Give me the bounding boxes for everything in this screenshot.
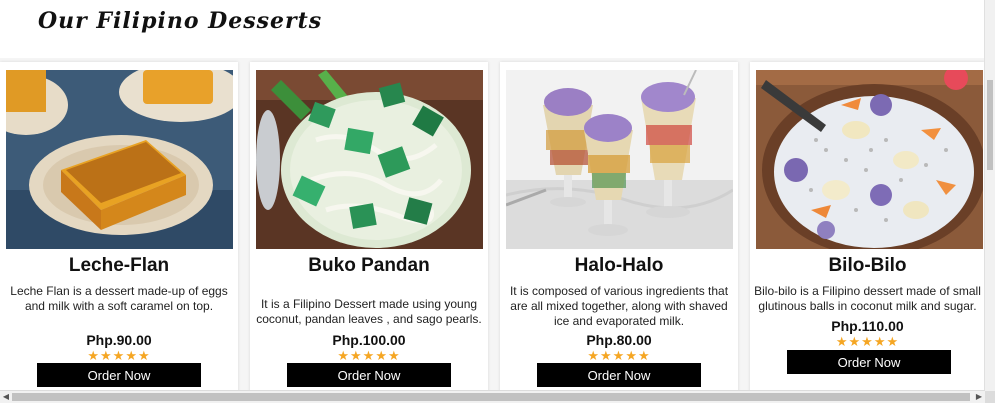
product-card-bilo-bilo: Bilo-Bilo Bilo-bilo is a Filipino desser…	[750, 62, 985, 391]
halo-halo-image	[506, 70, 733, 249]
product-description: Leche Flan is a dessert made-up of eggs …	[10, 284, 228, 313]
scroll-left-arrow-icon[interactable]: ◀	[0, 391, 12, 403]
product-description: Bilo-bilo is a Filipino dessert made of …	[754, 284, 981, 313]
page-title: Our Filipino Desserts	[38, 8, 323, 34]
scroll-right-arrow-icon[interactable]: ▶	[973, 391, 985, 403]
leche-flan-image	[6, 70, 233, 249]
order-now-button[interactable]: Order Now	[287, 363, 451, 387]
horizontal-scroll-thumb[interactable]	[12, 393, 970, 401]
product-price: Php.90.00	[86, 332, 152, 348]
product-description: It is a Filipino Dessert made using youn…	[256, 297, 482, 326]
vertical-scroll-thumb[interactable]	[987, 80, 993, 170]
bilo-bilo-image	[756, 70, 983, 249]
product-price: Php.110.00	[831, 318, 904, 334]
header: Our Filipino Desserts	[0, 0, 985, 58]
order-now-button[interactable]: Order Now	[537, 363, 701, 387]
rating-stars-icon: ★★★★★	[337, 348, 401, 363]
page: Our Filipino Desserts Leche-Flan Leche F…	[0, 0, 985, 391]
rating-stars-icon: ★★★★★	[835, 334, 900, 349]
product-card-halo-halo: Halo-Halo It is composed of various ingr…	[500, 62, 738, 391]
rating-stars-icon: ★★★★★	[587, 348, 651, 363]
order-now-button[interactable]: Order Now	[787, 350, 951, 374]
product-name: Halo-Halo	[574, 255, 664, 276]
scrollbar-corner	[985, 391, 995, 403]
product-name: Bilo-Bilo	[828, 255, 907, 276]
vertical-scrollbar[interactable]	[984, 0, 995, 391]
horizontal-scrollbar[interactable]: ◀ ▶	[0, 390, 985, 403]
product-card-leche-flan: Leche-Flan Leche Flan is a dessert made-…	[0, 62, 238, 391]
product-price: Php.100.00	[332, 332, 406, 348]
product-price: Php.80.00	[586, 332, 652, 348]
product-name: Leche-Flan	[68, 255, 170, 276]
buko-pandan-image	[256, 70, 483, 249]
product-card-buko-pandan: Buko Pandan It is a Filipino Dessert mad…	[250, 62, 488, 391]
product-description: It is composed of various ingredients th…	[509, 284, 729, 328]
rating-stars-icon: ★★★★★	[87, 348, 151, 363]
product-name: Buko Pandan	[308, 255, 430, 276]
order-now-button[interactable]: Order Now	[37, 363, 201, 387]
